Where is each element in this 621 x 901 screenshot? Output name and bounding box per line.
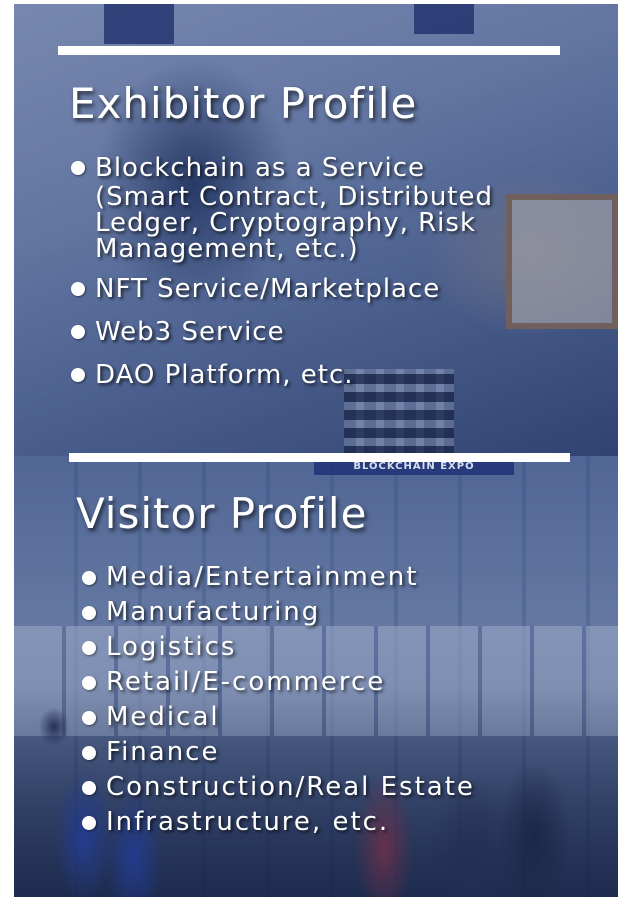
exhibitor-panel: Exhibitor Profile Blockchain as a Servic… — [14, 4, 618, 456]
exhibitor-profile-title: Exhibitor Profile — [69, 79, 418, 128]
visitor-profile-title: Visitor Profile — [76, 489, 368, 538]
bullet-icon — [82, 676, 96, 690]
exhibitor-item-line: Ledger, Cryptography, Risk — [95, 208, 476, 238]
visitor-item-label: Construction/Real Estate — [106, 772, 475, 802]
visitor-item: Manufacturing — [80, 595, 475, 630]
bullet-icon — [71, 161, 85, 175]
visitor-item-label: Finance — [106, 737, 220, 767]
exhibitor-item-line: Blockchain as a Service — [95, 153, 426, 183]
visitor-item-label: Logistics — [106, 632, 237, 662]
exhibitor-item: NFT Service/Marketplace — [69, 273, 493, 305]
bullet-icon — [82, 606, 96, 620]
visitor-item: Media/Entertainment — [80, 560, 475, 595]
visitor-item: Infrastructure, etc. — [80, 805, 475, 840]
exhibitor-item-line: Web3 Service — [95, 317, 285, 347]
exhibitor-item: Blockchain as a Service (Smart Contract,… — [69, 152, 493, 262]
visitor-list: Media/Entertainment Manufacturing Logist… — [80, 560, 475, 840]
bullet-icon — [71, 325, 85, 339]
exhibitor-item: DAO Platform, etc. — [69, 359, 493, 391]
visitor-item-label: Media/Entertainment — [106, 562, 419, 592]
bullet-icon — [82, 571, 96, 585]
visitor-item: Construction/Real Estate — [80, 770, 475, 805]
visitor-item-label: Manufacturing — [106, 597, 321, 627]
bullet-icon — [82, 641, 96, 655]
exhibitor-item-line: NFT Service/Marketplace — [95, 274, 441, 304]
visitor-item: Medical — [80, 700, 475, 735]
visitor-item-label: Medical — [106, 702, 220, 732]
visitor-item: Logistics — [80, 630, 475, 665]
visitor-item: Finance — [80, 735, 475, 770]
exhibitor-item: Web3 Service — [69, 316, 493, 348]
exhibitor-list: Blockchain as a Service (Smart Contract,… — [69, 152, 493, 402]
bullet-icon — [82, 711, 96, 725]
visitor-item: Retail/E-commerce — [80, 665, 475, 700]
bullet-icon — [82, 816, 96, 830]
bullet-icon — [71, 282, 85, 296]
exhibitor-item-line: Management, etc.) — [95, 234, 359, 264]
visitor-top-rule — [69, 453, 570, 462]
exhibitor-item-line: (Smart Contract, Distributed — [95, 182, 494, 212]
bullet-icon — [82, 746, 96, 760]
bullet-icon — [71, 368, 85, 382]
bullet-icon — [82, 781, 96, 795]
visitor-item-label: Retail/E-commerce — [106, 667, 386, 697]
visitor-item-label: Infrastructure, etc. — [106, 807, 390, 837]
exhibitor-top-rule — [58, 46, 560, 55]
exhibitor-item-line: DAO Platform, etc. — [95, 360, 354, 390]
profile-graphic: Exhibitor Profile Blockchain as a Servic… — [14, 4, 618, 897]
